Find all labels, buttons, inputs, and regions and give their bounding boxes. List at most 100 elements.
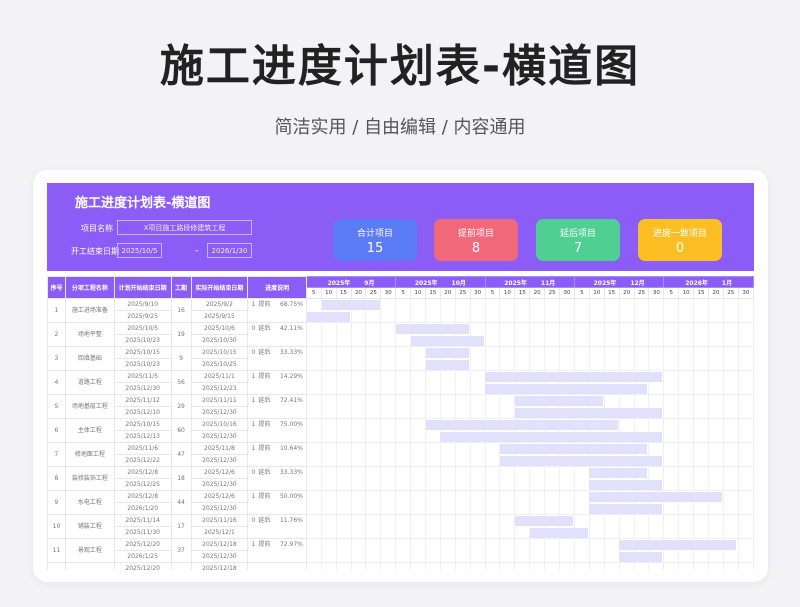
- gantt-cell: [588, 562, 605, 570]
- gantt-cell: [335, 490, 352, 515]
- progress-flag: 1: [251, 421, 256, 428]
- gantt-cell: [663, 562, 680, 570]
- gantt-cell: [439, 442, 456, 467]
- table-row[interactable]: 4 道路工程 2025/11/5 56 2025/11/1 1 提前 14.29%: [47, 370, 754, 395]
- gantt-cell: [305, 562, 322, 570]
- gantt-cell: [350, 394, 367, 419]
- month-header-month: 12月: [630, 279, 645, 287]
- table-row[interactable]: 5 场地基层工程 2025/11/12 29 2025/11/11 1 延后 72.41%: [47, 394, 754, 419]
- gantt-cell: [633, 394, 650, 419]
- progress-percent: 42.11%: [279, 325, 303, 332]
- progress-status: 提前: [258, 421, 271, 428]
- table-row[interactable]: 6 主体工程 2025/10/15 60 2025/10/16 1 提前 75.00%: [47, 418, 754, 443]
- gantt-cell: [395, 346, 412, 371]
- col-header-progress: 进度说明: [247, 276, 307, 299]
- project-name-field[interactable]: X项目施工路段修建筑工程: [117, 220, 252, 235]
- actual-end: 2025/10/30: [190, 334, 249, 347]
- progress-percent: 33.33%: [279, 349, 303, 356]
- gantt-cell: [722, 418, 739, 443]
- gantt-cell: [424, 394, 441, 419]
- table-row[interactable]: 11 景观工程 2025/12/20 37 2025/12/18 1 提前 72.97%: [47, 538, 754, 563]
- month-header-month: 11月: [540, 279, 556, 287]
- gantt-cell: [365, 298, 382, 323]
- gantt-cell: [603, 562, 620, 570]
- table-row[interactable]: 2025/12/20 2025/12/18: [47, 562, 754, 570]
- page-title: 施工进度计划表-横道图: [159, 41, 641, 92]
- gantt-cell: [722, 322, 739, 347]
- task-name: 装修装饰工程: [64, 466, 115, 491]
- progress-status: 延后: [258, 325, 271, 332]
- day-header: 25: [365, 287, 382, 299]
- table-row[interactable]: 10 铺装工程 2025/11/14 17 2025/11/16 0 延后 11.76%: [47, 514, 754, 539]
- actual-end: 2025/12/30: [190, 430, 249, 443]
- gantt-cell: [395, 322, 412, 347]
- gantt-cell: [603, 442, 620, 467]
- gantt-cell: [678, 442, 695, 467]
- gantt-cell: [663, 394, 680, 419]
- gantt-cell: [365, 562, 382, 570]
- gantt-cell: [648, 490, 665, 515]
- progress-percent: 75.00%: [279, 421, 303, 428]
- gantt-cell: [678, 514, 695, 539]
- day-header: 10: [678, 287, 695, 299]
- table-row[interactable]: 2 场地平整 2025/10/5 19 2025/10/6 0 延后 42.11%: [47, 322, 754, 347]
- gantt-cell: [737, 394, 754, 419]
- actual-start: 2025/11/11: [190, 394, 249, 407]
- gantt-cell: [410, 322, 426, 347]
- progress-status: 延后: [258, 349, 271, 356]
- gantt-cell: [439, 562, 456, 570]
- gantt-cell: [648, 322, 665, 347]
- plan-end: 2025/12/30: [113, 382, 172, 395]
- progress-status: 延后: [258, 397, 271, 404]
- gantt-cell: [514, 370, 531, 395]
- gantt-cell: [499, 298, 516, 323]
- gantt-cell: [663, 538, 680, 563]
- progress-flag: 1: [251, 301, 256, 308]
- end-date-field[interactable]: 2026/1/30: [207, 243, 252, 258]
- task-name: 场地基层工程: [64, 394, 115, 419]
- gantt-cell: [678, 370, 695, 395]
- gantt-cell: [424, 322, 441, 347]
- month-header: 2025年 11月: [484, 276, 575, 288]
- gantt-cell: [424, 490, 441, 515]
- gantt-cell: [380, 442, 397, 467]
- gantt-cell: [469, 514, 486, 539]
- task-name: 场地平整: [64, 322, 115, 347]
- progress-cell: 1 提前 50.00%: [247, 490, 307, 515]
- gantt-cell: [603, 466, 620, 491]
- gantt-cell: [633, 298, 650, 323]
- table-row[interactable]: 8 装修装饰工程 2025/12/8 18 2025/12/6 0 延后 33.33%: [47, 466, 754, 491]
- gantt-cell: [678, 394, 695, 419]
- gantt-cell: [722, 562, 739, 570]
- plan-end: 2025/10/23: [113, 358, 172, 371]
- task-name: 铺装工程: [64, 514, 115, 539]
- plan-start: 2025/10/5: [113, 322, 172, 335]
- actual-start: 2025/11/16: [190, 514, 249, 527]
- gantt-cell: [454, 394, 471, 419]
- gantt-cell: [514, 298, 531, 323]
- project-name-label: 项目名称: [81, 224, 113, 233]
- gantt-cell: [499, 346, 516, 371]
- progress-percent: 72.97%: [279, 541, 303, 548]
- gantt-cell: [633, 562, 650, 570]
- gantt-cell: [678, 322, 695, 347]
- progress-percent: 33.33%: [279, 469, 303, 476]
- progress-cell: 0 延后 33.33%: [247, 466, 307, 491]
- gantt-cell: [529, 514, 546, 539]
- gantt-cell: [320, 418, 337, 443]
- gantt-cell: [350, 298, 367, 323]
- progress-cell: 1 提前 68.75%: [247, 298, 307, 323]
- table-row[interactable]: 1 施工进场准备 2025/9/10 16 2025/9/2 1 提前 68.75%: [47, 298, 754, 323]
- month-header: 2026年 1月: [663, 276, 754, 288]
- gantt-cell: [559, 370, 575, 395]
- stat-ahead-label: 提前项目: [457, 229, 494, 239]
- table-row[interactable]: 7 修地面工程 2025/11/6 47 2025/11/8 1 提前 10.64%: [47, 442, 754, 467]
- spreadsheet[interactable]: 施工进度计划表-横道图 项目名称 X项目施工路段修建筑工程 开工结束日期 202…: [47, 183, 754, 570]
- start-date-field[interactable]: 2025/10/5: [117, 243, 162, 258]
- table-row[interactable]: 3 回填基础 2025/10/15 9 2025/10/15 0 延后 33.33%: [47, 346, 754, 371]
- gantt-cell: [573, 298, 590, 323]
- gantt-cell: [305, 394, 322, 419]
- gantt-cell: [484, 322, 501, 347]
- gantt-cell: [305, 466, 322, 491]
- table-row[interactable]: 9 水电工程 2025/12/8 44 2025/12/6 1 提前 50.00%: [47, 490, 754, 515]
